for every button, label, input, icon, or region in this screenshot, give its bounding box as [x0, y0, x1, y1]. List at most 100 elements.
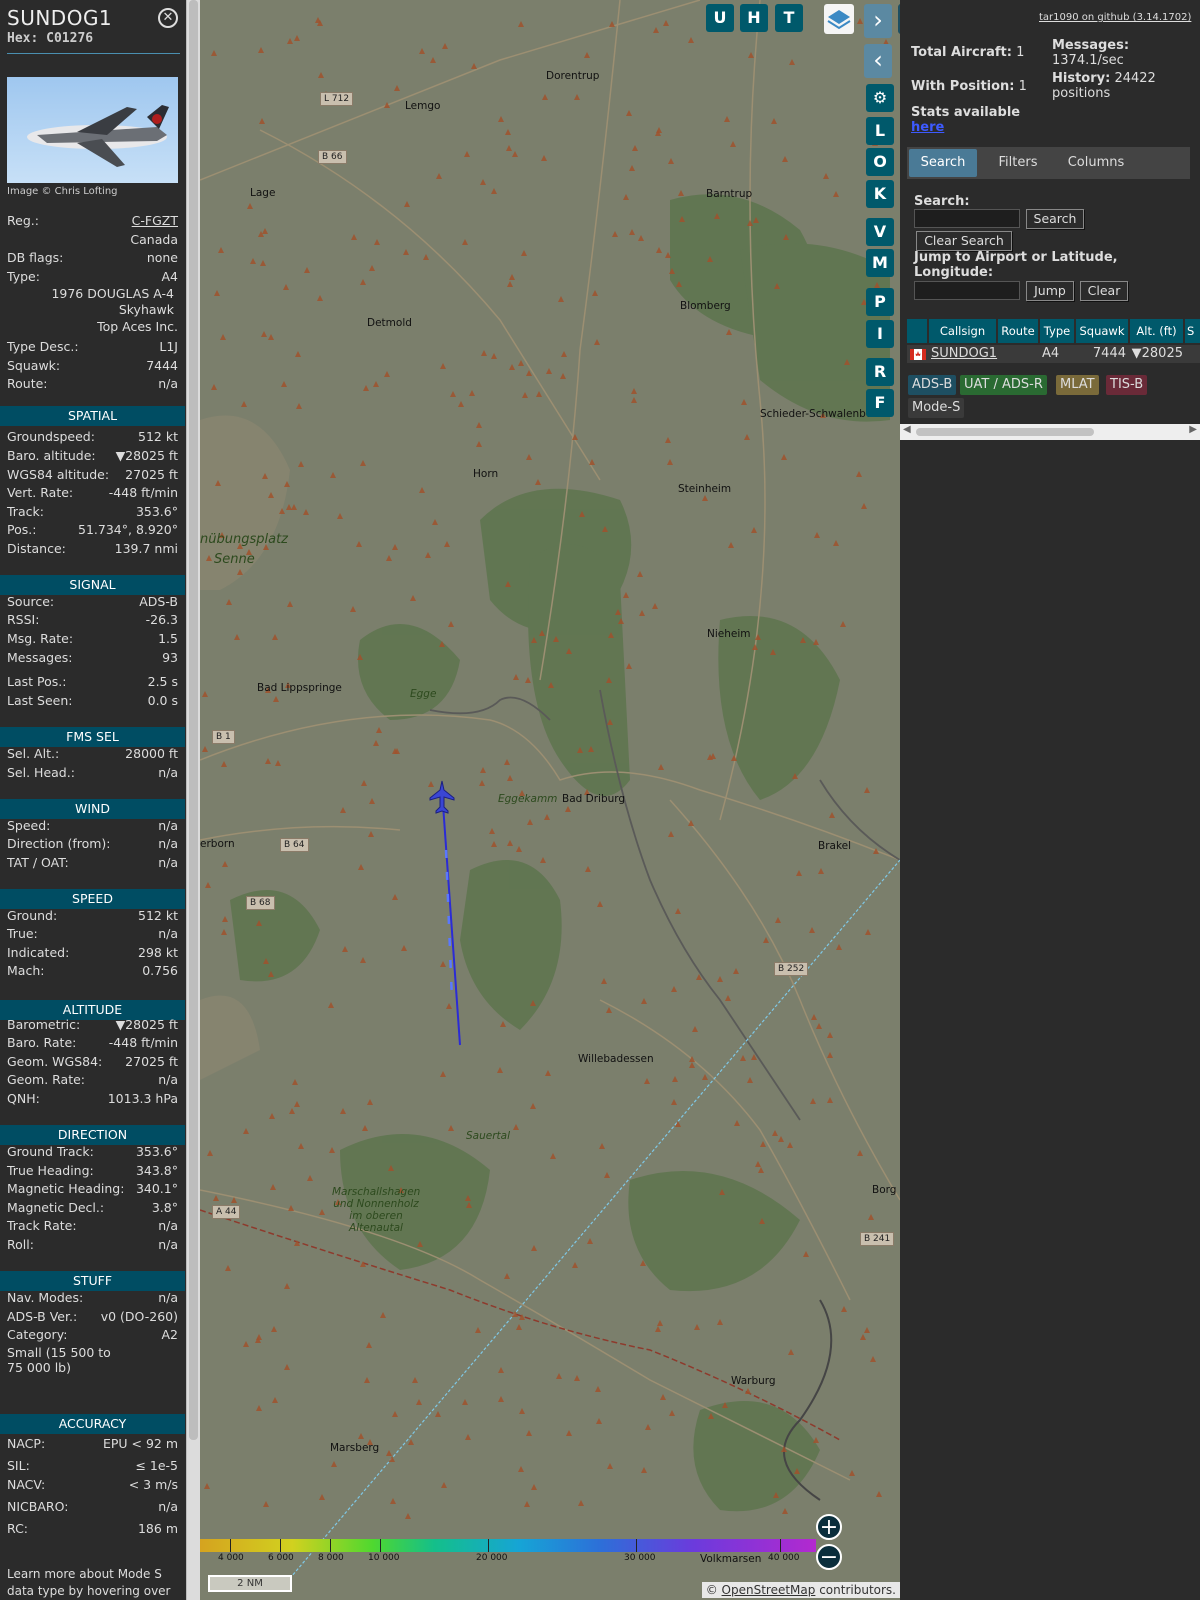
tag-mlat[interactable]: MLAT [1056, 375, 1099, 395]
scrollbar-thumb[interactable] [189, 0, 198, 1440]
info-value: none [146, 250, 178, 265]
toggle-u-button[interactable]: U [706, 4, 734, 32]
altitude-row: Geom. Rate: n/a [7, 1071, 178, 1089]
section-fms[interactable]: FMS SEL [0, 727, 185, 747]
col-squawk[interactable]: Squawk [1076, 319, 1128, 343]
direction-key: Magnetic Heading: [7, 1181, 125, 1196]
signal-key: Source: [7, 594, 55, 609]
info-scrollbar[interactable] [186, 0, 200, 1600]
signal-row: Source: ADS-B [7, 593, 178, 611]
tab-columns[interactable]: Columns [1057, 149, 1135, 177]
clear-search-button[interactable]: Clear Search [916, 231, 1012, 251]
spatial-key: Pos.: [7, 522, 37, 537]
col-s[interactable]: S [1185, 319, 1200, 343]
tag-adsb[interactable]: ADS-B [908, 375, 957, 395]
table-hscrollbar[interactable]: ◀ ▶ [900, 424, 1200, 440]
section-speed[interactable]: SPEED [0, 889, 185, 909]
row-callsign[interactable]: SUNDOG1 [931, 345, 997, 363]
accuracy-row: NACP: EPU < 92 m [7, 1435, 178, 1453]
place-label: Brakel [818, 840, 852, 852]
fms-row: Sel. Alt.: 28000 ft [7, 745, 178, 763]
toggle-o-button[interactable]: O [866, 148, 894, 176]
hscroll-thumb[interactable] [916, 428, 1094, 436]
place-label: nübungsplatz [200, 532, 288, 547]
colorbar-tick [780, 1539, 781, 1552]
aircraft-info-panel: SUNDOG1 Hex: C01276 ✕ Image © Chris Lofting… [0, 0, 200, 1600]
altitude-key: QNH: [7, 1091, 40, 1106]
direction-row: True Heading: 343.8° [7, 1162, 178, 1180]
scroll-right-icon[interactable]: ▶ [1189, 424, 1197, 435]
toggle-r-button[interactable]: R [866, 358, 894, 386]
toggle-l-button[interactable]: L [866, 117, 894, 145]
col-alt[interactable]: Alt. (ft) [1130, 319, 1183, 343]
place-label: Lage [250, 187, 276, 199]
aircraft-icon[interactable] [428, 780, 456, 816]
clear-button[interactable]: Clear [1080, 281, 1128, 301]
layers-button[interactable] [824, 4, 854, 34]
direction-row: Track Rate: n/a [7, 1217, 178, 1235]
toggle-f-button[interactable]: F [866, 389, 894, 417]
sidebar-panel: tar1090 on github (3.14.1702) Total Airc… [900, 0, 1200, 1600]
toggle-k-button[interactable]: K [866, 180, 894, 208]
signal-key: RSSI: [7, 612, 40, 627]
toggle-i-button[interactable]: I [866, 320, 894, 348]
toggle-m-button[interactable]: M [866, 249, 894, 277]
tag-tisb[interactable]: TIS-B [1106, 375, 1148, 395]
stats-here-link[interactable]: here [911, 120, 944, 135]
info-value: 7444 [146, 358, 178, 373]
zoom-in-button[interactable]: + [816, 1514, 842, 1540]
tab-search[interactable]: Search [909, 149, 977, 177]
collapse-panel-button[interactable]: ‹ [864, 44, 892, 78]
openstreetmap-link[interactable]: OpenStreetMap [722, 1583, 816, 1597]
plus-icon: + [819, 1515, 839, 1540]
accuracy-key: NACV: [7, 1477, 46, 1492]
scroll-left-icon[interactable]: ◀ [903, 424, 911, 435]
search-input[interactable] [914, 209, 1020, 228]
col-type[interactable]: Type [1040, 319, 1074, 343]
speed-value: 298 kt [138, 945, 178, 960]
expand-panel-button[interactable]: › [864, 4, 892, 38]
tag-modes[interactable]: Mode-S [908, 398, 965, 418]
toggle-p-button[interactable]: P [866, 288, 894, 316]
accuracy-key: SIL: [7, 1458, 30, 1473]
section-signal[interactable]: SIGNAL [0, 575, 185, 595]
map-view[interactable]: Dorentrup Lemgo Lage Barntrup Detmold Blomber… [200, 0, 900, 1600]
zoom-out-button[interactable]: − [816, 1544, 842, 1570]
spatial-row: Baro. altitude: ▼28025 ft [7, 447, 178, 465]
signal-row: Msg. Rate: 1.5 [7, 630, 178, 648]
search-button[interactable]: Search [1026, 209, 1084, 229]
tab-filters[interactable]: Filters [983, 149, 1053, 177]
section-stuff[interactable]: STUFF [0, 1271, 185, 1291]
tag-uat[interactable]: UAT / ADS-R [960, 375, 1047, 395]
direction-value: 3.8° [151, 1200, 178, 1215]
place-label: Egge [410, 688, 437, 700]
signal-row: Messages: 93 [7, 649, 178, 667]
direction-row: Ground Track: 353.6° [7, 1143, 178, 1161]
aircraft-photo[interactable] [7, 77, 178, 183]
direction-value: n/a [158, 1218, 178, 1233]
section-spatial[interactable]: SPATIAL [0, 406, 185, 426]
section-direction[interactable]: DIRECTION [0, 1125, 185, 1145]
road-label: B 241 [860, 1232, 895, 1246]
footer-hint: Learn more about Mode S data type by hov… [7, 1567, 171, 1598]
github-link[interactable]: tar1090 on github (3.14.1702) [1039, 12, 1191, 23]
jump-button[interactable]: Jump [1026, 281, 1074, 301]
direction-key: Track Rate: [7, 1218, 77, 1233]
col-callsign[interactable]: Callsign [929, 319, 996, 343]
split-toggle-button[interactable]: ◀▶ [898, 4, 900, 34]
accuracy-row: SIL: ≤ 1e-5 [7, 1457, 178, 1475]
col-route[interactable]: Route [998, 319, 1038, 343]
settings-button[interactable]: ⚙ [866, 84, 894, 112]
fms-row: Sel. Head.: n/a [7, 764, 178, 782]
jump-input[interactable] [914, 281, 1020, 300]
section-wind[interactable]: WIND [0, 799, 185, 819]
info-key: DB flags: [7, 250, 64, 265]
section-accuracy[interactable]: ACCURACY [0, 1414, 185, 1434]
info-row: Squawk: 7444 [7, 357, 178, 375]
close-button[interactable]: ✕ [158, 8, 178, 28]
registration-link[interactable]: C-FGZT [132, 212, 178, 230]
toggle-h-button[interactable]: H [740, 4, 768, 32]
toggle-t-button[interactable]: T [775, 4, 803, 32]
toggle-v-button[interactable]: V [866, 218, 894, 246]
altitude-row: QNH: 1013.3 hPa [7, 1090, 178, 1108]
